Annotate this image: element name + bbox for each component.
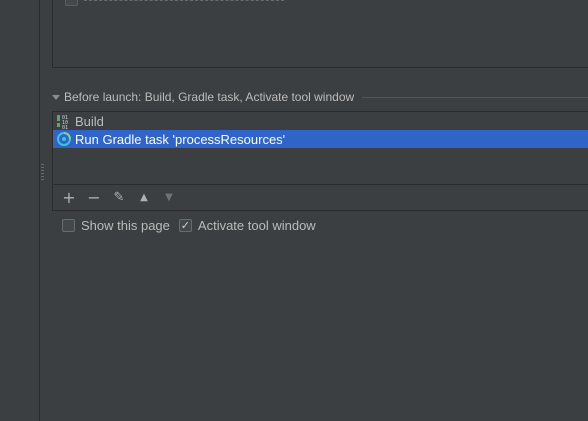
- before-launch-header[interactable]: Before launch: Build, Gradle task, Activ…: [52, 90, 588, 104]
- build-icon: 01 10 01: [56, 113, 72, 129]
- show-this-page-checkbox[interactable]: [62, 219, 75, 232]
- header-divider: [362, 96, 588, 98]
- move-down-icon[interactable]: ▼: [159, 188, 179, 208]
- list-item[interactable]: 01 10 01 Build: [53, 112, 588, 130]
- activate-tool-window-option[interactable]: ✓ Activate tool window: [178, 218, 316, 233]
- svg-text:01: 01: [62, 125, 68, 129]
- show-this-page-option[interactable]: Show this page: [62, 218, 170, 233]
- task-label: Run Gradle task 'processResources': [75, 131, 286, 147]
- activate-tool-window-checkbox[interactable]: ✓: [178, 219, 192, 232]
- task-list-toolbar: + − ✎ ▲ ▼: [53, 184, 588, 210]
- run-configuration-panel: Before launch: Build, Gradle task, Activ…: [0, 0, 588, 421]
- move-up-icon[interactable]: ▲: [134, 188, 154, 208]
- clipped-option-row: [65, 0, 284, 6]
- add-icon[interactable]: +: [59, 188, 79, 208]
- clipped-checkbox[interactable]: [65, 0, 78, 6]
- remove-icon[interactable]: −: [84, 188, 104, 208]
- collapse-triangle-icon[interactable]: [52, 94, 60, 100]
- left-sidebar: [0, 0, 40, 421]
- before-launch-title: Before launch: Build, Gradle task, Activ…: [64, 90, 355, 104]
- before-launch-task-list[interactable]: 01 10 01 Build Run Gradle task 'processR…: [52, 111, 588, 211]
- edit-icon[interactable]: ✎: [109, 188, 129, 208]
- list-item-selected[interactable]: Run Gradle task 'processResources': [53, 130, 588, 148]
- launch-options: Show this page ✓ Activate tool window: [62, 218, 325, 233]
- show-this-page-label: Show this page: [81, 218, 170, 233]
- task-label: Build: [75, 113, 104, 129]
- upper-options-panel: [52, 0, 588, 68]
- splitter-handle[interactable]: [41, 164, 44, 180]
- activate-tool-window-label: Activate tool window: [197, 218, 316, 233]
- gradle-icon: [56, 131, 72, 147]
- clipped-option-text: [84, 0, 284, 1]
